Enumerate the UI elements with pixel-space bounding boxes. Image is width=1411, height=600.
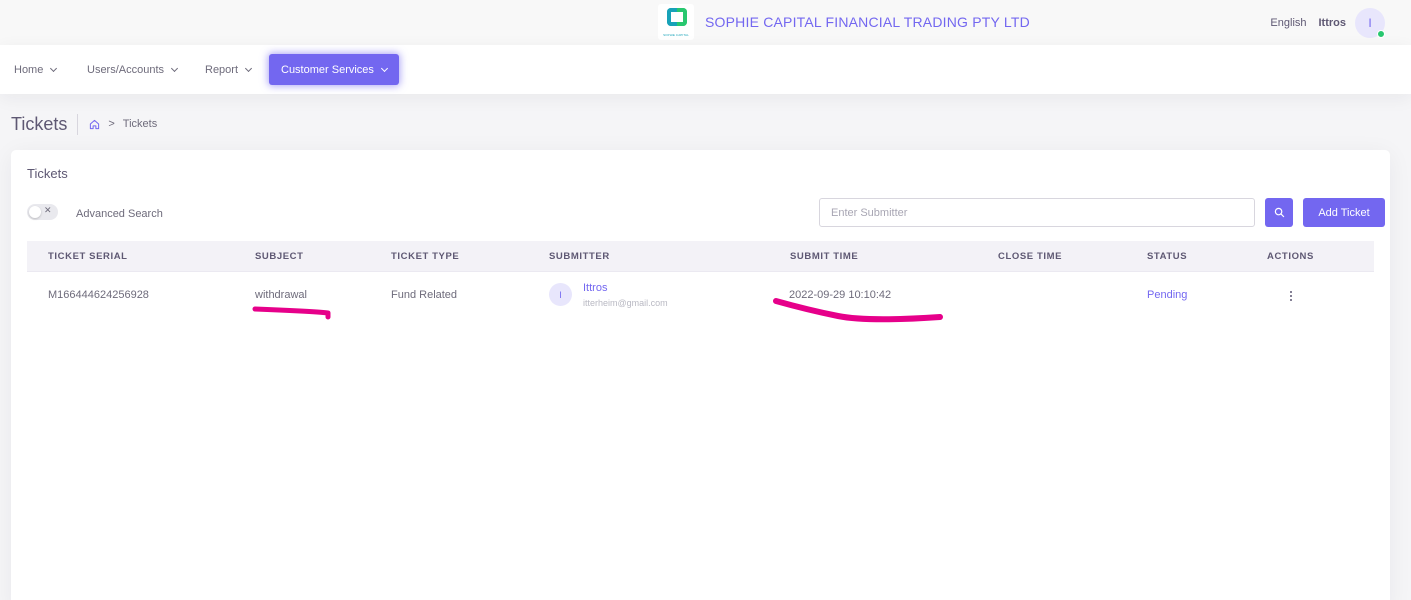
ticket-subject: withdrawal — [255, 289, 307, 301]
search-button[interactable] — [1265, 198, 1293, 227]
column-header-ticket-type[interactable]: Ticket Type — [391, 251, 459, 262]
status-badge: Pending — [1147, 289, 1188, 301]
breadcrumb-current: Tickets — [122, 118, 158, 130]
column-header-submit-time[interactable]: Submit Time — [790, 251, 858, 262]
user-name[interactable]: Ittros — [1319, 17, 1347, 29]
main-nav: Home Users/Accounts Report Customer Serv… — [0, 45, 1411, 94]
nav-item-home[interactable]: Home — [14, 54, 58, 85]
breadcrumb: > Tickets — [89, 118, 157, 130]
page-header: Tickets > Tickets — [11, 112, 157, 136]
table-header: Ticket Serial Subject Ticket Type Submit… — [27, 241, 1374, 272]
column-header-close-time[interactable]: Close Time — [998, 251, 1062, 262]
nav-item-label: Home — [14, 63, 44, 76]
nav-item-label: Report — [205, 63, 239, 76]
submit-time: 2022-09-29 10:10:42 — [789, 289, 892, 301]
chevron-down-icon — [50, 64, 58, 72]
submitter-search-input[interactable] — [819, 198, 1255, 227]
submitter-avatar: I — [549, 283, 572, 306]
ticket-type: Fund Related — [391, 289, 458, 301]
nav-item-label: Customer Services — [281, 63, 374, 76]
chevron-down-icon — [380, 64, 388, 72]
chevron-down-icon — [170, 64, 179, 72]
ticket-serial: M166444624256928 — [48, 289, 149, 301]
tickets-card: Tickets ✕ Advanced Search Add Ticket Tic… — [11, 150, 1390, 600]
more-vertical-icon[interactable] — [1287, 289, 1295, 303]
add-ticket-button[interactable]: Add Ticket — [1303, 198, 1385, 227]
language-selector[interactable]: English — [1270, 17, 1306, 29]
advanced-search-toggle[interactable]: ✕ — [27, 204, 58, 220]
company-logo: SOPHIE CAPITAL — [658, 4, 694, 40]
search-icon — [1274, 207, 1284, 218]
home-icon[interactable] — [89, 119, 100, 130]
advanced-search-label: Advanced Search — [76, 208, 163, 220]
page-title: Tickets — [11, 113, 79, 135]
top-bar: SOPHIE CAPITAL SOPHIE CAPITAL FINANCIAL … — [0, 0, 1411, 45]
breadcrumb-separator: > — [108, 118, 115, 130]
submitter-name[interactable]: Ittros — [583, 282, 607, 294]
nav-item-users-accounts[interactable]: Users/Accounts — [87, 54, 179, 85]
column-header-ticket-serial[interactable]: Ticket Serial — [48, 251, 128, 262]
toggle-knob — [29, 206, 41, 218]
column-header-actions: Actions — [1267, 251, 1314, 262]
nav-item-label: Users/Accounts — [87, 63, 165, 76]
card-title: Tickets — [27, 166, 68, 181]
user-area: English Ittros I — [1270, 7, 1385, 38]
submitter-email: itterheim@gmail.com — [583, 298, 668, 308]
chevron-down-icon — [244, 64, 253, 72]
column-header-status[interactable]: Status — [1147, 251, 1187, 262]
table-row[interactable]: M166444624256928 withdrawal Fund Related… — [27, 272, 1374, 320]
brand[interactable]: SOPHIE CAPITAL SOPHIE CAPITAL FINANCIAL … — [658, 4, 1030, 40]
company-name: SOPHIE CAPITAL FINANCIAL TRADING PTY LTD — [705, 14, 1030, 30]
close-icon: ✕ — [44, 205, 52, 215]
user-avatar[interactable]: I — [1355, 7, 1385, 38]
nav-item-customer-services[interactable]: Customer Services — [269, 54, 399, 85]
nav-item-report[interactable]: Report — [205, 54, 253, 85]
column-header-subject[interactable]: Subject — [255, 251, 304, 262]
avatar-initial: I — [1368, 15, 1372, 30]
online-status-indicator — [1377, 29, 1385, 38]
column-header-submitter[interactable]: Submitter — [549, 251, 610, 262]
